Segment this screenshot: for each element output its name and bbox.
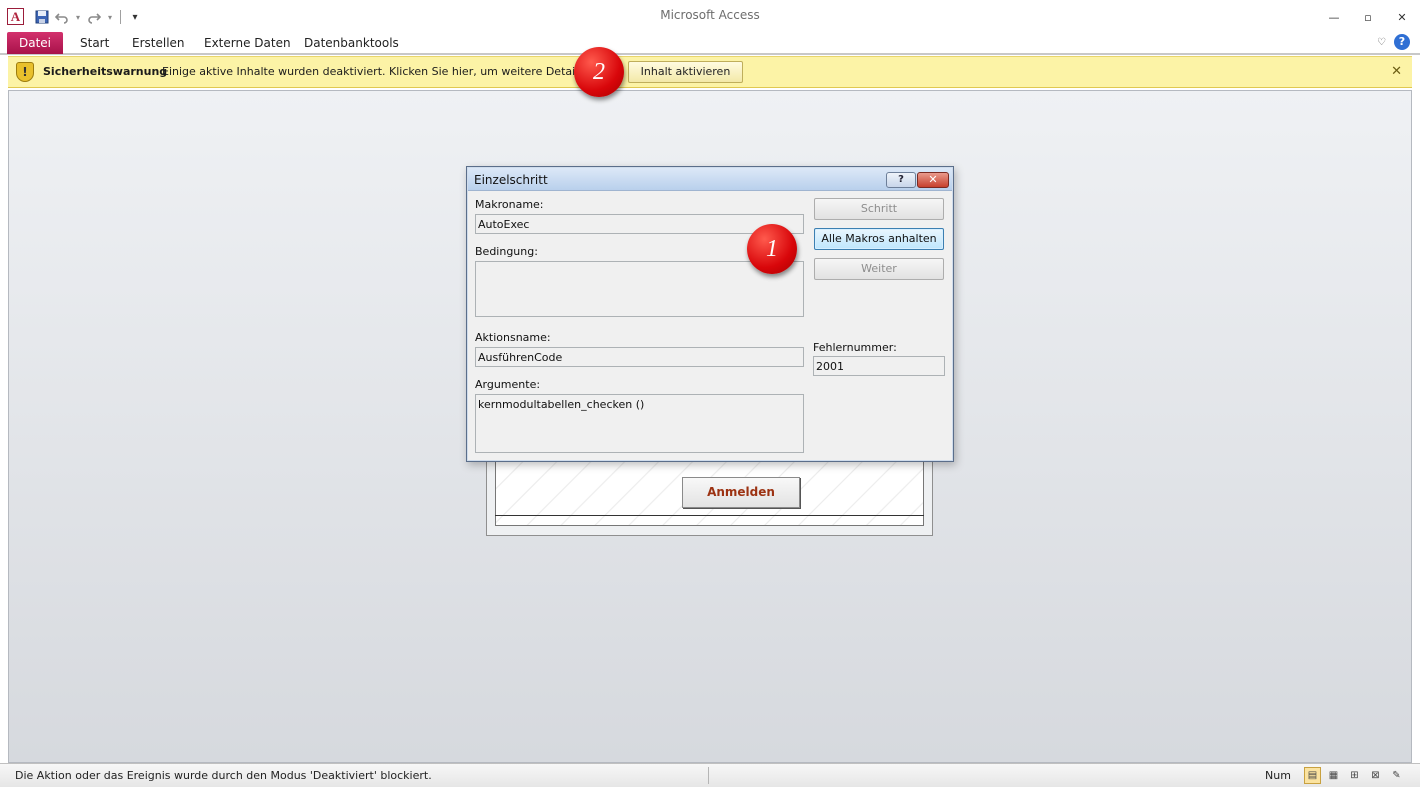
shield-warning-icon: ! [16,62,34,82]
error-number-label: Fehlernummer: [813,341,897,354]
condition-label: Bedingung: [475,245,538,258]
arguments-field[interactable]: kernmodultabellen_checken () [475,394,804,453]
ribbon-tabs: Datei Start Erstellen Externe Daten Date… [0,30,1420,55]
security-warning-title: Sicherheitswarnung [43,65,168,78]
design-view-icon[interactable]: ✎ [1388,767,1405,784]
error-number-field[interactable]: 2001 [813,356,945,376]
arguments-label: Argumente: [475,378,541,391]
login-form: Anmelden [486,455,933,536]
tab-datenbanktools[interactable]: Datenbanktools [294,32,409,54]
view-switcher: ▤ ▦ ⊞ ⊠ ✎ [1304,767,1405,784]
tab-start[interactable]: Start [70,32,119,54]
minimize-button[interactable]: — [1326,10,1342,24]
dialog-close-button[interactable]: ✕ [917,172,949,188]
macro-name-label: Makroname: [475,198,544,211]
layout-view-icon[interactable]: ⊞ [1346,767,1363,784]
window-title: Microsoft Access [660,8,760,22]
status-bar: Die Aktion oder das Ereignis wurde durch… [0,763,1420,787]
login-button[interactable]: Anmelden [682,477,800,508]
security-warning-bar[interactable]: ! Sicherheitswarnung Einige aktive Inhal… [8,56,1412,88]
action-name-label: Aktionsname: [475,331,551,344]
single-step-dialog: Einzelschritt ? ✕ Makroname: AutoExec Be… [466,166,954,462]
tab-datei[interactable]: Datei [7,32,63,54]
ribbon-minimize-icon[interactable]: ♡ [1377,37,1386,48]
step-button[interactable]: Schritt [814,198,944,220]
ribbon-right-controls: ♡ ? [1377,34,1410,50]
condition-field[interactable] [475,261,804,317]
form-footer-divider [495,515,924,516]
annotation-marker-2: 2 [574,47,624,97]
dialog-title: Einzelschritt [474,173,548,187]
tab-erstellen[interactable]: Erstellen [122,32,195,54]
action-name-field[interactable]: AusführenCode [475,347,804,367]
num-lock-indicator: Num [1265,769,1291,782]
window-controls: — ▫ ✕ [1326,10,1410,24]
datasheet-view-icon[interactable]: ▦ [1325,767,1342,784]
continue-button[interactable]: Weiter [814,258,944,280]
pivot-view-icon[interactable]: ⊠ [1367,767,1384,784]
enable-content-button[interactable]: Inhalt aktivieren [628,61,743,83]
help-icon[interactable]: ? [1394,34,1410,50]
status-separator [708,767,709,784]
title-bar: A ▾ ▾ ▾ Microsoft Access — ▫ ✕ [0,0,1420,30]
dialog-help-button[interactable]: ? [886,172,916,188]
close-security-bar-icon[interactable]: ✕ [1391,64,1402,79]
stop-all-macros-button[interactable]: Alle Makros anhalten [814,228,944,250]
status-message: Die Aktion oder das Ereignis wurde durch… [15,769,432,782]
maximize-button[interactable]: ▫ [1360,10,1376,24]
close-window-button[interactable]: ✕ [1394,10,1410,24]
form-view-icon[interactable]: ▤ [1304,767,1321,784]
dialog-title-bar[interactable]: Einzelschritt ? ✕ [468,168,952,191]
security-warning-message[interactable]: Einige aktive Inhalte wurden deaktiviert… [162,65,582,78]
tab-externe-daten[interactable]: Externe Daten [194,32,301,54]
annotation-marker-1: 1 [747,224,797,274]
